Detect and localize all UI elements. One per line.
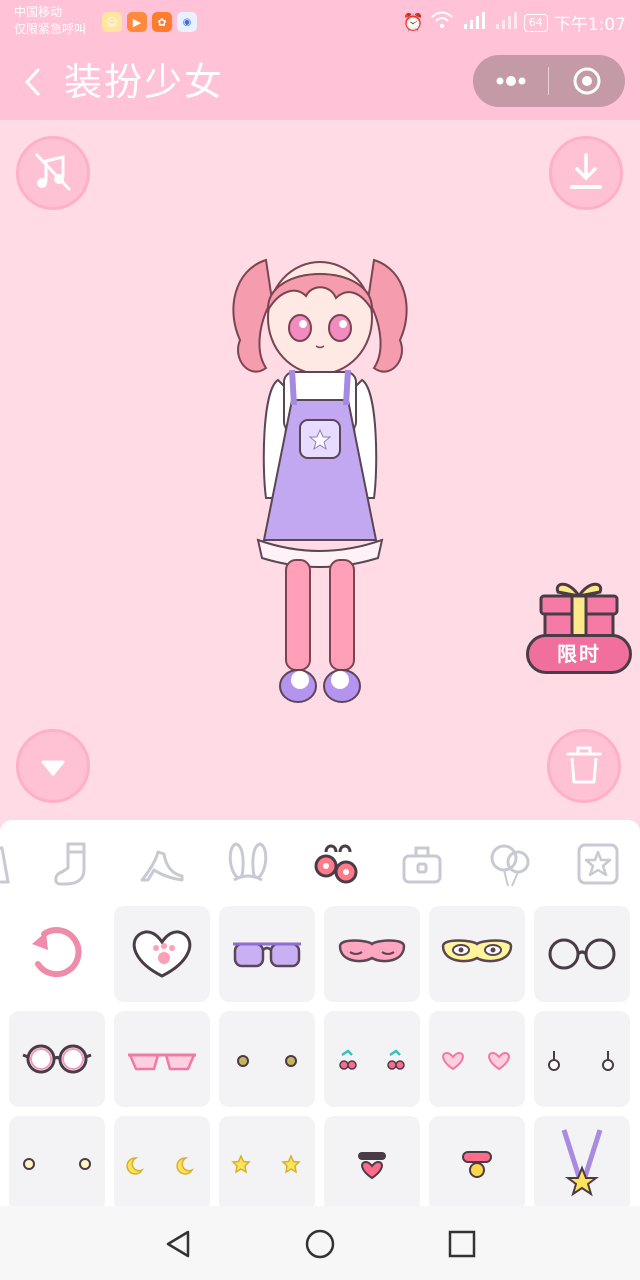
high-heel-icon [140,850,184,882]
mini-program-capsule [473,55,625,107]
gold-stud-earrings-icon [237,1055,297,1067]
app-notification-icon: ☺ [102,12,122,32]
pearl-stud-earrings-icon [23,1158,91,1170]
uc-browser-icon: ✿ [152,12,172,32]
item-drop-earrings[interactable] [534,1011,630,1107]
dress-icon [0,846,10,884]
balloons-icon [490,844,530,887]
round-glasses-icon [548,938,616,970]
gift-box-icon [539,582,619,642]
category-background[interactable] [574,840,622,888]
cherry-earrings-icon [339,1049,405,1070]
category-handheld[interactable] [486,840,534,888]
battery-level: 64 [523,13,548,32]
time: 下午1:07 [553,15,626,35]
carrier-info: 中国移动 仅限紧急呼叫 [14,4,86,38]
category-tabs [0,820,640,908]
close-mini-program-button[interactable] [549,55,625,107]
item-pink-glasses[interactable] [114,1011,210,1107]
dressed-character [232,258,408,703]
chevron-left-icon[interactable] [18,64,46,100]
bag-icon [402,846,442,884]
star-medal-icon [561,1129,603,1197]
more-button[interactable] [473,55,548,107]
item-moon-earrings[interactable] [114,1116,210,1206]
star-frame-icon [577,843,619,885]
item-cherry-earrings[interactable] [324,1011,420,1107]
item-yellow-eye-mask[interactable] [429,906,525,1002]
sock-icon [54,842,86,886]
item-star-medal[interactable] [534,1116,630,1206]
video-app-icon: ▶ [127,12,147,32]
heart-paw-icon [132,930,192,978]
category-headwear[interactable] [224,840,272,888]
music-off-icon [35,153,71,191]
signal-icon [494,10,518,35]
notification-icons: ☺ ▶ ✿ ◉ [102,12,197,32]
item-heart-paw[interactable] [114,906,210,1002]
download-icon [570,153,602,189]
bunny-ears-icon [228,842,268,882]
drop-earrings-icon [548,1051,614,1071]
bell-choker-icon [462,1151,492,1178]
trash-icon [566,746,602,784]
category-dress[interactable] [0,840,16,888]
item-gold-stud-earrings[interactable] [219,1011,315,1107]
pink-glasses-icon [128,1053,196,1071]
reset-icon [32,927,82,978]
triangle-down-icon [41,760,65,776]
yellow-eye-mask-icon [441,939,513,963]
limited-time-gift[interactable]: 限时 [524,578,634,678]
category-accessories[interactable] [312,840,360,888]
alarm-icon: ⏰ [402,12,424,33]
item-pearl-stud-earrings[interactable] [9,1116,105,1206]
target-icon [573,67,601,95]
category-bags[interactable] [398,840,446,888]
category-socks[interactable] [50,840,98,888]
moon-earrings-icon [126,1157,194,1175]
item-heart-earrings[interactable] [429,1011,525,1107]
clear-outfit-button[interactable] [547,729,621,803]
wifi-icon [430,10,454,35]
reset-button[interactable] [8,906,104,1002]
more-dots-icon [496,76,526,86]
recent-apps-square-icon[interactable] [444,1226,480,1262]
download-button[interactable] [549,136,623,210]
item-panel [0,820,640,1206]
star-earrings-icon [231,1154,301,1174]
carrier-name: 中国移动 [14,5,63,19]
item-bell-choker[interactable] [429,1116,525,1206]
item-pink-round-glasses[interactable] [9,1011,105,1107]
earrings-icon [314,844,358,884]
item-pink-sleep-mask[interactable] [324,906,420,1002]
carrier-status: 仅限紧急呼叫 [14,22,87,36]
purple-sunglasses-icon [233,942,301,968]
signal-4g-icon [460,10,488,35]
collapse-panel-button[interactable] [16,729,90,803]
gift-label: 限时 [526,634,632,674]
status-bar: 中国移动 仅限紧急呼叫 ☺ ▶ ✿ ◉ ⏰ 64 下午1:07 [0,0,640,44]
navigation-bar: 装扮少女 [0,44,640,120]
back-triangle-icon[interactable] [160,1226,196,1262]
pink-round-glasses-icon [22,1044,92,1074]
pink-sleep-mask-icon [338,939,406,963]
page-title: 装扮少女 [64,60,225,104]
music-toggle-button[interactable] [16,136,90,210]
heart-earrings-icon [442,1051,510,1071]
system-navigation-bar [0,1206,640,1280]
item-round-glasses[interactable] [534,906,630,1002]
category-shoes[interactable] [138,840,186,888]
heart-choker-icon [358,1152,386,1180]
item-heart-choker[interactable] [324,1116,420,1206]
home-circle-icon[interactable] [302,1226,338,1262]
status-right: ⏰ 64 下午1:07 [403,10,626,35]
item-purple-sunglasses[interactable] [219,906,315,1002]
baidu-icon: ◉ [177,12,197,32]
item-grid [0,906,640,1206]
item-star-earrings[interactable] [219,1116,315,1206]
